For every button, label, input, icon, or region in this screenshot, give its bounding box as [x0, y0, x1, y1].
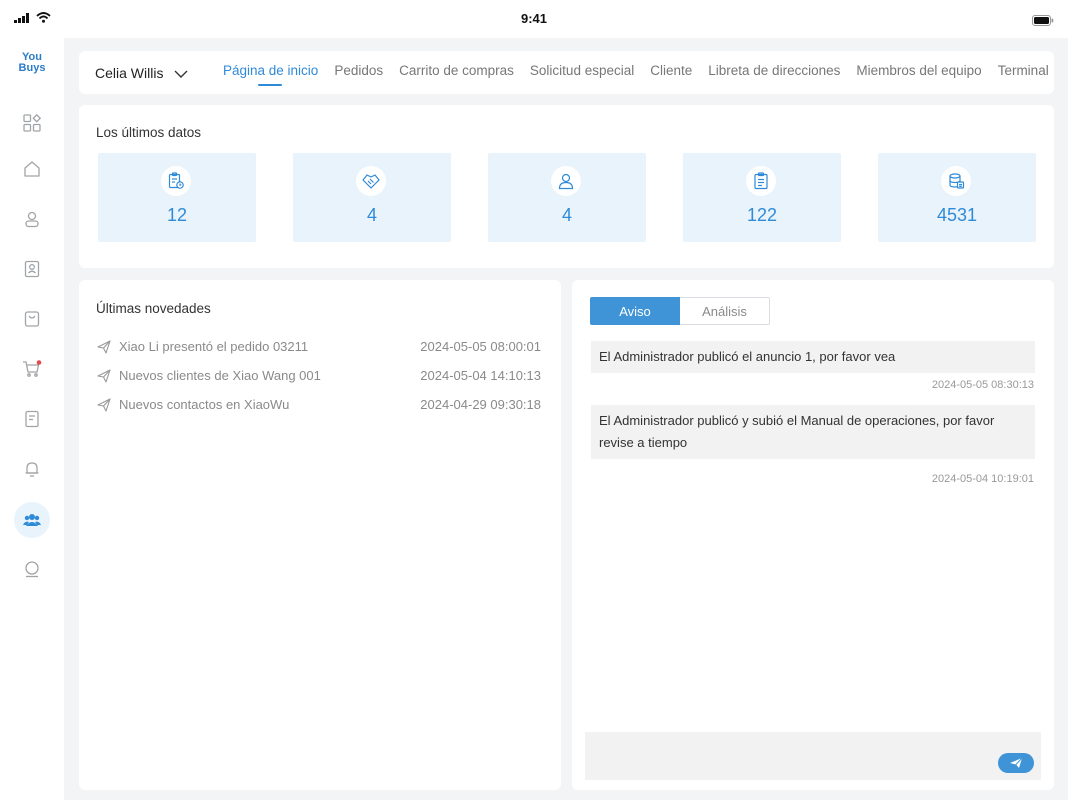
bag-icon — [24, 311, 40, 327]
latest-news-title: Últimas novedades — [96, 301, 211, 316]
stat-card-records[interactable]: 122 — [683, 153, 841, 242]
bell-icon — [25, 462, 39, 477]
person-icon — [551, 166, 581, 196]
sidebar-item-contacts[interactable] — [17, 254, 47, 284]
news-date: 2024-04-29 09:30:18 — [420, 397, 541, 412]
stat-value-deals: 4 — [366, 205, 377, 225]
tab-analysis[interactable]: Análisis — [680, 297, 770, 325]
tab-cart[interactable]: Carrito de compras — [399, 63, 514, 78]
database-icon — [941, 166, 971, 196]
notice-time: 2024-05-04 10:19:01 — [931, 473, 1034, 485]
notice-message[interactable]: El Administrador publicó y subió el Manu… — [591, 405, 1035, 459]
tab-team-members[interactable]: Miembros del equipo — [856, 63, 981, 78]
contacts-icon — [24, 260, 40, 278]
paper-plane-icon — [97, 368, 113, 383]
stat-value-orders: 12 — [166, 205, 188, 225]
logo-line-2: Buys — [18, 62, 46, 74]
sidebar-item-bag[interactable] — [17, 304, 47, 334]
sidebar-item-user[interactable] — [17, 204, 47, 234]
notices-panel: Aviso Análisis El Administrador publicó … — [572, 280, 1054, 790]
list-item[interactable]: Nuevos contactos en XiaoWu 2024-04-29 09… — [97, 390, 541, 419]
sidebar-item-team[interactable] — [14, 502, 50, 538]
order-clipboard-icon — [161, 166, 191, 196]
cart-badge — [36, 360, 42, 365]
latest-news-panel: Últimas novedades Xiao Li presentó el pe… — [79, 280, 561, 790]
news-text: Nuevos clientes de Xiao Wang 001 — [119, 368, 321, 383]
stat-value-records: 122 — [746, 205, 778, 225]
user-name[interactable]: Celia Willis — [95, 65, 163, 81]
sidebar-item-apps[interactable] — [17, 108, 47, 138]
sidebar-item-home[interactable] — [17, 154, 47, 184]
tab-home[interactable]: Página de inicio — [223, 63, 318, 86]
cart-icon — [23, 360, 42, 377]
handshake-icon — [356, 166, 386, 196]
latest-data-panel: Los últimos datos 12 4 4 122 4531 — [79, 105, 1054, 268]
stat-value-database: 4531 — [936, 205, 978, 225]
news-text: Nuevos contactos en XiaoWu — [119, 397, 290, 412]
nav-tabs: Página de inicio Pedidos Carrito de comp… — [223, 63, 1049, 86]
news-text: Xiao Li presentó el pedido 03211 — [119, 339, 309, 354]
app-logo[interactable]: You Buys — [14, 52, 50, 74]
notice-tab-switcher: Aviso Análisis — [590, 297, 770, 325]
notice-message[interactable]: El Administrador publicó el anuncio 1, p… — [591, 341, 1035, 373]
stat-card-deals[interactable]: 4 — [293, 153, 451, 242]
news-date: 2024-05-05 08:00:01 — [420, 339, 541, 354]
list-item[interactable]: Nuevos clientes de Xiao Wang 001 2024-05… — [97, 361, 541, 390]
tab-notice[interactable]: Aviso — [590, 297, 680, 325]
stat-value-customers: 4 — [561, 205, 572, 225]
news-list: Xiao Li presentó el pedido 03211 2024-05… — [97, 332, 541, 419]
send-button[interactable] — [998, 753, 1034, 773]
top-navigation: Celia Willis Página de inicio Pedidos Ca… — [79, 51, 1054, 94]
message-composer[interactable] — [585, 732, 1041, 780]
status-bar: 9:41 — [0, 0, 1068, 38]
tab-address-book[interactable]: Libreta de direcciones — [708, 63, 840, 78]
send-icon — [1010, 757, 1023, 768]
sidebar-item-notifications[interactable] — [17, 454, 47, 484]
sidebar: You Buys — [0, 38, 64, 800]
list-item[interactable]: Xiao Li presentó el pedido 03211 2024-05… — [97, 332, 541, 361]
latest-data-title: Los últimos datos — [96, 125, 202, 140]
stat-card-orders[interactable]: 12 — [98, 153, 256, 242]
stat-card-database[interactable]: 4531 — [878, 153, 1036, 242]
stat-card-customers[interactable]: 4 — [488, 153, 646, 242]
document-icon — [25, 410, 39, 428]
list-document-icon — [746, 166, 776, 196]
notice-time: 2024-05-05 08:30:13 — [931, 379, 1034, 391]
team-icon — [23, 514, 41, 526]
home-icon — [24, 161, 40, 177]
apps-icon — [23, 114, 41, 132]
paper-plane-icon — [97, 397, 113, 412]
tab-customer[interactable]: Cliente — [650, 63, 692, 78]
sidebar-item-profile[interactable] — [17, 554, 47, 584]
profile-icon — [25, 561, 39, 578]
battery-icon — [1032, 13, 1054, 31]
status-time: 9:41 — [520, 11, 548, 26]
tab-terminal[interactable]: Terminal — [998, 63, 1049, 78]
sidebar-item-document[interactable] — [17, 404, 47, 434]
chevron-down-icon[interactable] — [174, 66, 188, 84]
paper-plane-icon — [97, 339, 113, 354]
sidebar-item-cart[interactable] — [17, 354, 47, 384]
tab-special-request[interactable]: Solicitud especial — [530, 63, 634, 78]
user-icon — [25, 211, 39, 228]
tab-orders[interactable]: Pedidos — [334, 63, 383, 78]
news-date: 2024-05-04 14:10:13 — [420, 368, 541, 383]
